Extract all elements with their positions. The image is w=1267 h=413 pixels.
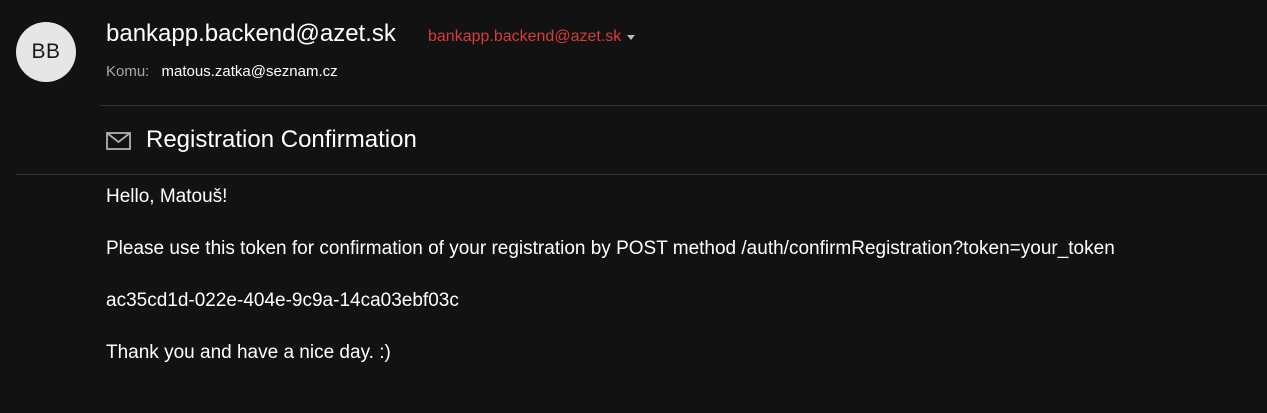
recipient-label: Komu: [106,63,150,80]
sender-email-dropdown[interactable]: bankapp.backend@azet.sk [428,28,636,46]
body-token: ac35cd1d-022e-404e-9c9a-14ca03ebf03c [106,290,459,311]
header-divider [100,105,1267,106]
email-subject: Registration Confirmation [146,126,417,153]
body-closing: Thank you and have a nice day. :) [106,342,391,363]
recipient-email: matous.zatka@seznam.cz [161,63,338,80]
sender-name: bankapp.backend@azet.sk [106,20,396,47]
sender-email-text: bankapp.backend@azet.sk [428,28,622,45]
body-instruction: Please use this token for confirmation o… [106,238,1115,259]
chevron-down-icon [627,35,636,40]
recipient-row: Komu: matous.zatka@seznam.cz [106,63,338,80]
subject-divider [16,174,1267,175]
body-greeting: Hello, Matouš! [106,186,228,207]
envelope-icon [106,132,131,150]
avatar: BB [16,22,76,82]
